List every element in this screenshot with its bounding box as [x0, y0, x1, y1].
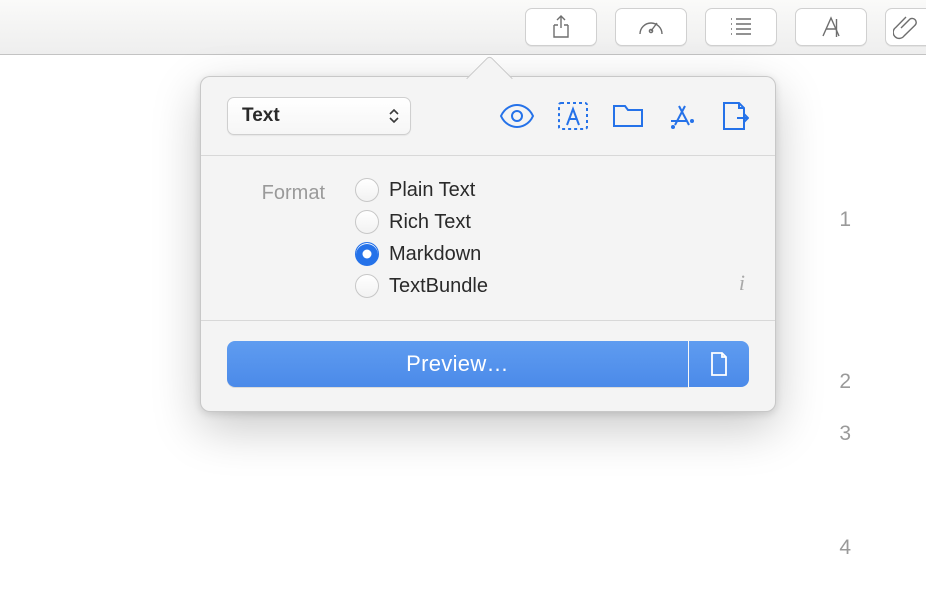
gauge-icon: [637, 14, 665, 40]
folder-icon[interactable]: [611, 102, 645, 130]
eye-icon[interactable]: [499, 103, 535, 129]
preview-button-label: Preview…: [406, 351, 509, 377]
format-radio-group: Plain Text Rich Text Markdown TextBundle: [355, 178, 709, 298]
share-icon: [549, 14, 573, 40]
divider: [201, 320, 775, 321]
radio-indicator: [355, 210, 379, 234]
dashboard-button[interactable]: [615, 8, 687, 46]
letter-a-icon: [819, 15, 843, 39]
dropdown-label: Text: [242, 105, 280, 127]
radio-markdown[interactable]: Markdown: [355, 242, 709, 266]
radio-label: Rich Text: [389, 211, 471, 234]
radio-indicator: [355, 274, 379, 298]
chevrons-icon: [388, 108, 400, 124]
radio-label: Plain Text: [389, 179, 475, 202]
radio-plain-text[interactable]: Plain Text: [355, 178, 709, 202]
format-label: Format: [227, 178, 325, 205]
page-number: 2: [839, 370, 851, 394]
toolbar: [0, 0, 926, 55]
radio-indicator: [355, 242, 379, 266]
attach-button[interactable]: [885, 8, 926, 46]
radio-indicator: [355, 178, 379, 202]
export-icon[interactable]: [719, 100, 749, 132]
appearance-button[interactable]: [795, 8, 867, 46]
info-icon[interactable]: i: [739, 180, 749, 296]
preview-button[interactable]: Preview…: [227, 341, 688, 387]
preview-aux-button[interactable]: [689, 341, 749, 387]
radio-label: TextBundle: [389, 275, 488, 298]
page-number: 1: [839, 208, 851, 232]
radio-label: Markdown: [389, 243, 481, 266]
radio-rich-text[interactable]: Rich Text: [355, 210, 709, 234]
page-number: 4: [839, 536, 851, 560]
paperclip-icon: [893, 14, 919, 40]
outline-button[interactable]: [705, 8, 777, 46]
document-icon: [709, 351, 729, 377]
page-number: 3: [839, 422, 851, 446]
text-dropdown[interactable]: Text: [227, 97, 411, 135]
share-button[interactable]: [525, 8, 597, 46]
text-selection-icon[interactable]: [557, 101, 589, 131]
list-icon: [727, 16, 755, 38]
radio-textbundle[interactable]: TextBundle: [355, 274, 709, 298]
export-popover: Text: [200, 76, 776, 412]
action-row: Preview…: [227, 341, 749, 387]
app-store-icon[interactable]: [667, 101, 697, 131]
